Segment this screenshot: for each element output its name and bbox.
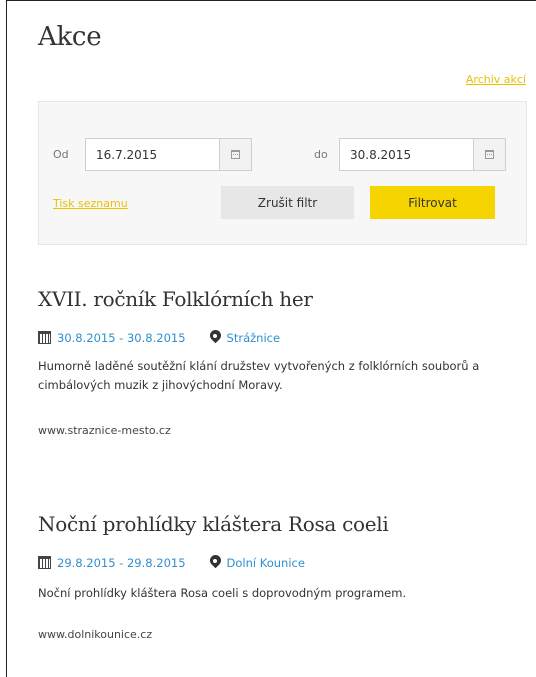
map-pin-icon <box>210 330 221 345</box>
print-list-link[interactable]: Tisk seznamu <box>53 197 128 210</box>
date-to-value[interactable]: 30.8.2015 <box>340 139 473 170</box>
event-title[interactable]: Noční prohlídky kláštera Rosa coeli <box>38 512 389 536</box>
calendar-icon <box>38 556 51 569</box>
event-title[interactable]: XVII. ročník Folklórních her <box>38 287 313 311</box>
apply-filter-button[interactable]: Filtrovat <box>370 186 495 219</box>
date-from-field[interactable]: 16.7.2015 <box>85 138 252 171</box>
date-to-field[interactable]: 30.8.2015 <box>339 138 506 171</box>
event-place[interactable]: Strážnice <box>227 331 281 345</box>
event-meta: 29.8.2015 - 29.8.2015 Dolní Kounice <box>38 555 305 570</box>
event-description: Humorně laděné soutěžní klání družstev v… <box>38 359 480 392</box>
event-description: Noční prohlídky kláštera Rosa coeli s do… <box>38 586 407 600</box>
event-date[interactable]: 29.8.2015 - 29.8.2015 <box>57 556 186 570</box>
date-from-value[interactable]: 16.7.2015 <box>86 139 219 170</box>
archive-link[interactable]: Archiv akcí <box>466 73 526 86</box>
event-date[interactable]: 30.8.2015 - 30.8.2015 <box>57 331 186 345</box>
filter-panel <box>38 101 527 245</box>
map-pin-icon <box>210 555 221 570</box>
page-title: Akce <box>38 22 102 52</box>
calendar-icon <box>38 331 51 344</box>
event-url: www.dolnikounice.cz <box>38 628 153 641</box>
reset-filter-button[interactable]: Zrušit filtr <box>221 186 354 219</box>
calendar-picker-icon[interactable] <box>219 139 251 170</box>
date-to-label: do <box>314 148 328 161</box>
event-meta: 30.8.2015 - 30.8.2015 Strážnice <box>38 330 280 345</box>
date-from-label: Od <box>53 148 69 161</box>
calendar-picker-icon[interactable] <box>473 139 505 170</box>
event-place[interactable]: Dolní Kounice <box>227 556 305 570</box>
event-url: www.straznice-mesto.cz <box>38 424 171 437</box>
